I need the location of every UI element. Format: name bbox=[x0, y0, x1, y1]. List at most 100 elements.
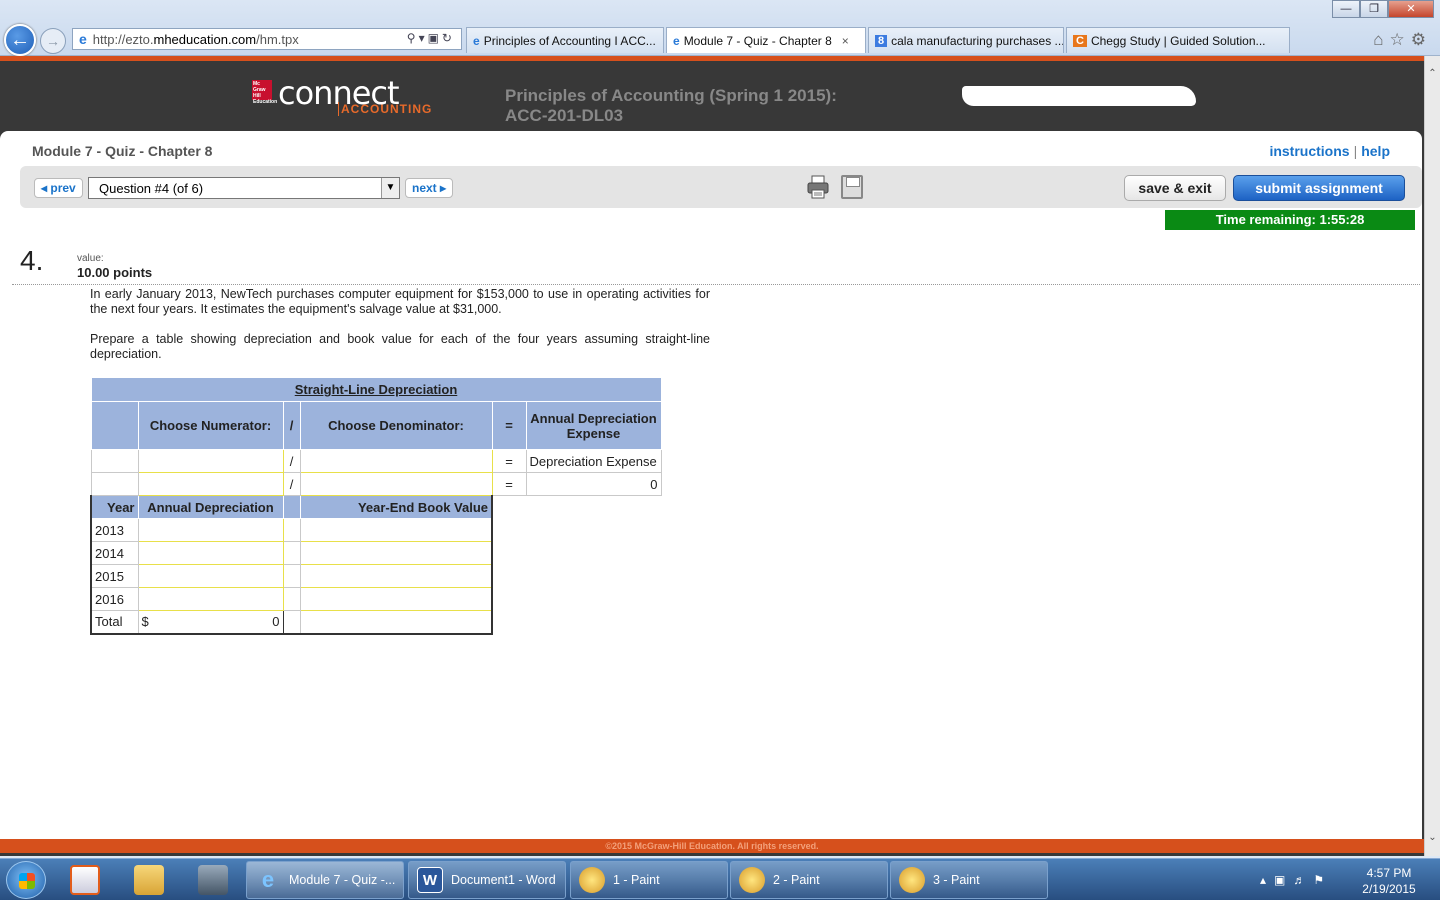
screen-capture-icon[interactable] bbox=[198, 865, 228, 895]
denominator-input-2[interactable] bbox=[299, 472, 493, 496]
taskbar-word[interactable]: W Document1 - Word bbox=[408, 861, 566, 899]
search-refresh-icons[interactable]: ⚲▾▣↻ bbox=[407, 31, 455, 45]
submit-assignment-button[interactable]: submit assignment bbox=[1233, 175, 1405, 201]
annual-depreciation-input-2013[interactable] bbox=[137, 518, 284, 542]
course-title: Principles of Accounting (Spring 1 2015)… bbox=[505, 86, 837, 126]
result-value-2: 0 bbox=[525, 472, 662, 496]
question-select[interactable]: Question #4 (of 6) ▼ bbox=[88, 177, 400, 199]
restore-icon[interactable]: ❐ bbox=[1360, 0, 1388, 18]
spacer-cell bbox=[282, 587, 301, 611]
url-path: /hm.tpx bbox=[256, 31, 299, 47]
slash: / bbox=[282, 472, 301, 496]
annual-depreciation-header: Annual Depreciation bbox=[137, 495, 284, 519]
settings-gear-icon[interactable]: ⚙ bbox=[1411, 30, 1432, 49]
save-exit-button[interactable]: save & exit bbox=[1124, 175, 1226, 201]
link-separator: | bbox=[1353, 143, 1358, 159]
taskbar-paint-3[interactable]: 3 - Paint bbox=[890, 861, 1048, 899]
book-value-input-2016[interactable] bbox=[299, 587, 493, 611]
close-window-icon[interactable]: ✕ bbox=[1388, 0, 1434, 18]
media-player-icon[interactable] bbox=[70, 865, 100, 895]
denominator-input-1[interactable] bbox=[299, 449, 493, 473]
action-center-flag-icon[interactable]: ⚑ bbox=[1313, 873, 1332, 887]
spacer-cell bbox=[282, 518, 301, 542]
tab-strip: e Principles of Accounting I ACC... e Mo… bbox=[466, 27, 1292, 53]
book-value-input-2014[interactable] bbox=[299, 541, 493, 565]
file-explorer-icon[interactable] bbox=[134, 865, 164, 895]
spacer-cell bbox=[282, 610, 301, 635]
dropdown-arrow-icon[interactable]: ▼ bbox=[381, 178, 399, 198]
clock-date: 2/19/2015 bbox=[1362, 882, 1416, 896]
taskbar-paint-1[interactable]: 1 - Paint bbox=[570, 861, 728, 899]
start-button-icon[interactable] bbox=[6, 861, 46, 899]
taskbar-ie-quiz[interactable]: e Module 7 - Quiz -... bbox=[246, 861, 404, 899]
prev-button[interactable]: ◂ prev bbox=[34, 178, 83, 198]
tab-principles[interactable]: e Principles of Accounting I ACC... bbox=[466, 27, 664, 53]
slash-header: / bbox=[282, 401, 301, 450]
tab-label: cala manufacturing purchases ... bbox=[891, 33, 1064, 48]
taskbar-label: 2 - Paint bbox=[773, 873, 820, 887]
paint-palette-icon bbox=[899, 867, 925, 893]
back-arrow-icon[interactable]: ← bbox=[4, 24, 36, 56]
annual-depreciation-input-2016[interactable] bbox=[137, 587, 284, 611]
header-accent-line bbox=[0, 56, 1424, 61]
page-body: Mc Graw Hill Education connect ACCOUNTIN… bbox=[0, 56, 1424, 856]
course-title-line2: ACC-201-DL03 bbox=[505, 106, 624, 125]
depreciation-table: Straight-Line Depreciation Choose Numera… bbox=[90, 377, 662, 635]
taskbar-label: 3 - Paint bbox=[933, 873, 980, 887]
tab-cala-manufacturing[interactable]: 8 cala manufacturing purchases ... bbox=[868, 27, 1064, 53]
book-value-input-2015[interactable] bbox=[299, 564, 493, 588]
help-link[interactable]: help bbox=[1361, 143, 1390, 159]
volume-icon[interactable]: ♬ bbox=[1293, 873, 1313, 887]
result-label-1: Depreciation Expense bbox=[525, 449, 662, 473]
print-icon[interactable] bbox=[807, 175, 829, 199]
url-prefix: http://ezto. bbox=[92, 31, 154, 47]
tab-module7-quiz[interactable]: e Module 7 - Quiz - Chapter 8 × bbox=[666, 27, 866, 53]
save-disk-icon[interactable] bbox=[841, 175, 863, 199]
annual-depreciation-input-2014[interactable] bbox=[137, 541, 284, 565]
browser-chrome: ← → e http://ezto. mheducation.com/hm.tpx… bbox=[0, 0, 1440, 56]
ie-icon: e bbox=[473, 33, 480, 48]
total-currency: $ bbox=[141, 614, 149, 630]
quiz-content: Module 7 - Quiz - Chapter 8 instructions… bbox=[0, 131, 1422, 839]
system-tray: ▴▣♬⚑ bbox=[1260, 873, 1332, 887]
annual-expense-header: Annual Depreciation Expense bbox=[525, 401, 662, 450]
taskbar-paint-2[interactable]: 2 - Paint bbox=[730, 861, 888, 899]
denominator-header: Choose Denominator: bbox=[299, 401, 493, 450]
course-title-line1: Principles of Accounting (Spring 1 2015)… bbox=[505, 86, 837, 105]
help-links: instructions | help bbox=[1269, 143, 1390, 159]
home-icon[interactable]: ⌂ bbox=[1373, 30, 1389, 49]
book-value-input-2013[interactable] bbox=[299, 518, 493, 542]
instructions-link[interactable]: instructions bbox=[1269, 143, 1349, 159]
copyright: ©2015 McGraw-Hill Education. All rights … bbox=[605, 841, 819, 851]
minimize-icon[interactable]: — bbox=[1332, 0, 1360, 18]
question-paragraph-2: Prepare a table showing depreciation and… bbox=[90, 332, 710, 361]
time-remaining: Time remaining: 1:55:28 bbox=[1165, 210, 1415, 230]
google-icon: 8 bbox=[875, 34, 888, 47]
vertical-scrollbar[interactable]: ⌃ ⌄ bbox=[1424, 56, 1440, 856]
row-blank bbox=[90, 449, 139, 473]
system-clock[interactable]: 4:57 PM 2/19/2015 bbox=[1356, 865, 1422, 897]
network-icon[interactable]: ▣ bbox=[1274, 873, 1293, 887]
table-title: Straight-Line Depreciation bbox=[90, 377, 662, 402]
address-bar[interactable]: e http://ezto. mheducation.com/hm.tpx ⚲▾▣… bbox=[72, 28, 462, 50]
paint-palette-icon bbox=[579, 867, 605, 893]
tab-label: Module 7 - Quiz - Chapter 8 bbox=[683, 33, 832, 48]
book-total-cell bbox=[299, 610, 493, 635]
next-button[interactable]: next ▸ bbox=[405, 178, 454, 198]
scroll-up-icon[interactable]: ⌃ bbox=[1425, 66, 1440, 82]
windows-taskbar: e Module 7 - Quiz -... W Document1 - Wor… bbox=[0, 858, 1440, 900]
value-label: value: bbox=[77, 253, 104, 264]
numerator-input-2[interactable] bbox=[137, 472, 284, 496]
favorites-star-icon[interactable]: ☆ bbox=[1390, 30, 1411, 49]
toolbar-icons: ⌂☆⚙ bbox=[1373, 30, 1432, 50]
forward-arrow-icon[interactable]: → bbox=[40, 28, 66, 54]
year-cell: 2014 bbox=[90, 541, 139, 565]
scroll-down-icon[interactable]: ⌄ bbox=[1425, 830, 1440, 846]
word-icon: W bbox=[417, 867, 443, 893]
tab-close-icon[interactable]: × bbox=[842, 34, 849, 48]
annual-depreciation-input-2015[interactable] bbox=[137, 564, 284, 588]
numerator-input-1[interactable] bbox=[137, 449, 284, 473]
tab-chegg-study[interactable]: C Chegg Study | Guided Solution... bbox=[1066, 27, 1290, 53]
tab-label: Principles of Accounting I ACC... bbox=[483, 33, 656, 48]
show-hidden-icons-icon[interactable]: ▴ bbox=[1260, 873, 1274, 887]
